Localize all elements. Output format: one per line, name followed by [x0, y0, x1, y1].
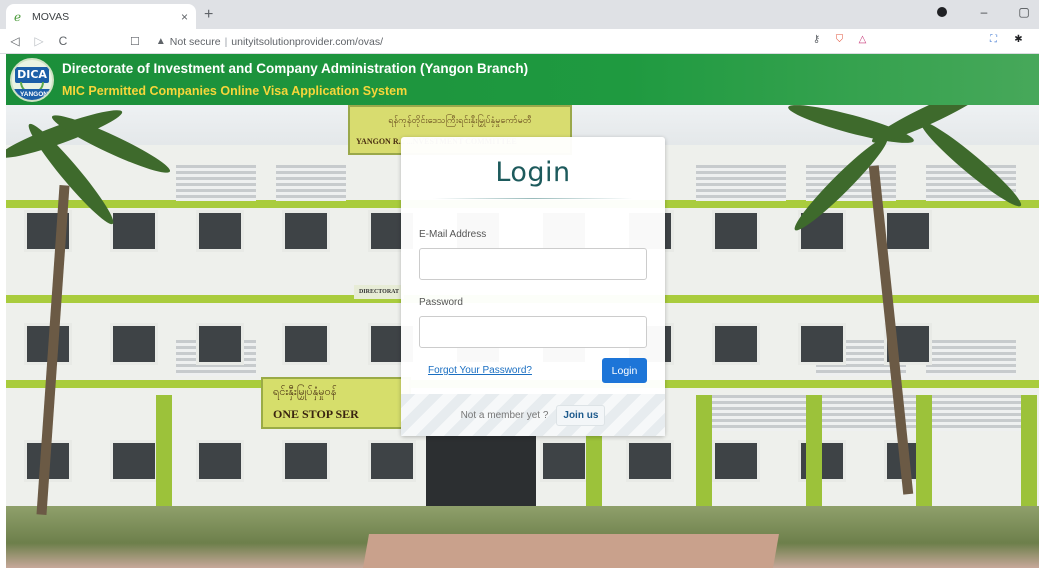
bookmark-icon[interactable]: ☐ — [130, 35, 140, 48]
window-controls: – ▢ — [937, 5, 1031, 19]
translate-icon[interactable]: ⛶ — [987, 33, 1000, 46]
warning-icon: ▲ — [155, 36, 166, 47]
one-stop-sign: ရင်းနှီးမြှုပ်နှံမှုဝန် ONE STOP SER — [261, 377, 411, 429]
login-button[interactable]: Login — [602, 358, 647, 383]
url-text[interactable]: unityitsolutionprovider.com/ovas/ — [231, 36, 383, 48]
logo-mark: DICA — [15, 67, 49, 83]
louver — [276, 165, 346, 201]
site-title: Directorate of Investment and Company Ad… — [62, 61, 529, 76]
puzzle-icon[interactable]: ✱ — [1012, 33, 1025, 46]
one-stop-myanmar: ရင်းနှီးမြှုပ်နှံမှုဝန် — [273, 385, 337, 398]
separator: | — [224, 35, 228, 48]
pillar — [696, 395, 712, 515]
forgot-password-link[interactable]: Forgot Your Password? — [428, 365, 532, 376]
louver — [176, 165, 256, 201]
back-icon[interactable]: ◁ — [6, 34, 24, 48]
pillar — [916, 395, 932, 515]
password-field[interactable] — [419, 316, 647, 348]
one-stop-english: ONE STOP SER — [273, 407, 359, 421]
directorate-sign: DIRECTORAT — [354, 285, 404, 299]
key-icon[interactable]: ⚷ — [810, 33, 823, 46]
password-label: Password — [419, 297, 463, 308]
logo-city: YANGON — [12, 89, 52, 100]
profile-icon[interactable] — [937, 5, 951, 19]
browser-toolbar: ◁ ▷ C ☐ ▲ Not secure | unityitsolutionpr… — [0, 29, 1039, 54]
browser-tab[interactable]: ℯ MOVAS × — [6, 4, 196, 29]
email-field[interactable] — [419, 248, 647, 280]
walkway — [363, 534, 779, 568]
pillar — [156, 395, 172, 515]
louver — [696, 165, 786, 201]
email-label: E-Mail Address — [419, 229, 487, 240]
title-divider — [433, 198, 633, 199]
site-subtitle: MIC Permitted Companies Online Visa Appl… — [62, 84, 408, 98]
louver — [696, 395, 806, 431]
brave-shield-icon[interactable]: ⛉ — [833, 33, 846, 46]
plus-icon[interactable]: + — [204, 6, 213, 24]
top-sign-myanmar: ရန်ကုန်တိုင်းဒေသကြီးရင်းနှီးမြှုပ်နှံမှု… — [388, 116, 532, 126]
favicon-icon: ℯ — [14, 9, 22, 24]
forward-icon[interactable]: ▷ — [30, 34, 48, 48]
not-member-text: Not a member yet ? — [460, 409, 549, 421]
browser-tab-bar: ℯ MOVAS × + – ▢ — [0, 0, 1039, 29]
login-title: Login — [495, 157, 571, 188]
extension-icons: ⚷ ⛉ △ — [810, 33, 869, 46]
pillar — [1021, 395, 1037, 515]
toolbar-right: ⛶ ✱ — [987, 33, 1025, 46]
dica-logo[interactable]: DICA YANGON — [10, 58, 54, 102]
tab-title: MOVAS — [32, 10, 70, 23]
minimize-button[interactable]: – — [977, 5, 991, 19]
close-icon[interactable]: × — [181, 10, 188, 24]
louver — [926, 395, 1026, 431]
login-card: Login E-Mail Address Password Forgot You… — [401, 137, 665, 436]
site-header: DICA YANGON Directorate of Investment an… — [6, 54, 1039, 105]
pillar — [806, 395, 822, 515]
not-secure-label: Not secure — [169, 35, 221, 48]
triangle-icon[interactable]: △ — [856, 33, 869, 46]
maximize-button[interactable]: ▢ — [1017, 5, 1031, 19]
card-footer: Not a member yet ? Join us — [401, 394, 665, 436]
reload-icon[interactable]: C — [54, 34, 72, 48]
address-bar[interactable]: ☐ ▲ Not secure | unityitsolutionprovider… — [130, 32, 900, 51]
join-us-button[interactable]: Join us — [556, 404, 606, 426]
